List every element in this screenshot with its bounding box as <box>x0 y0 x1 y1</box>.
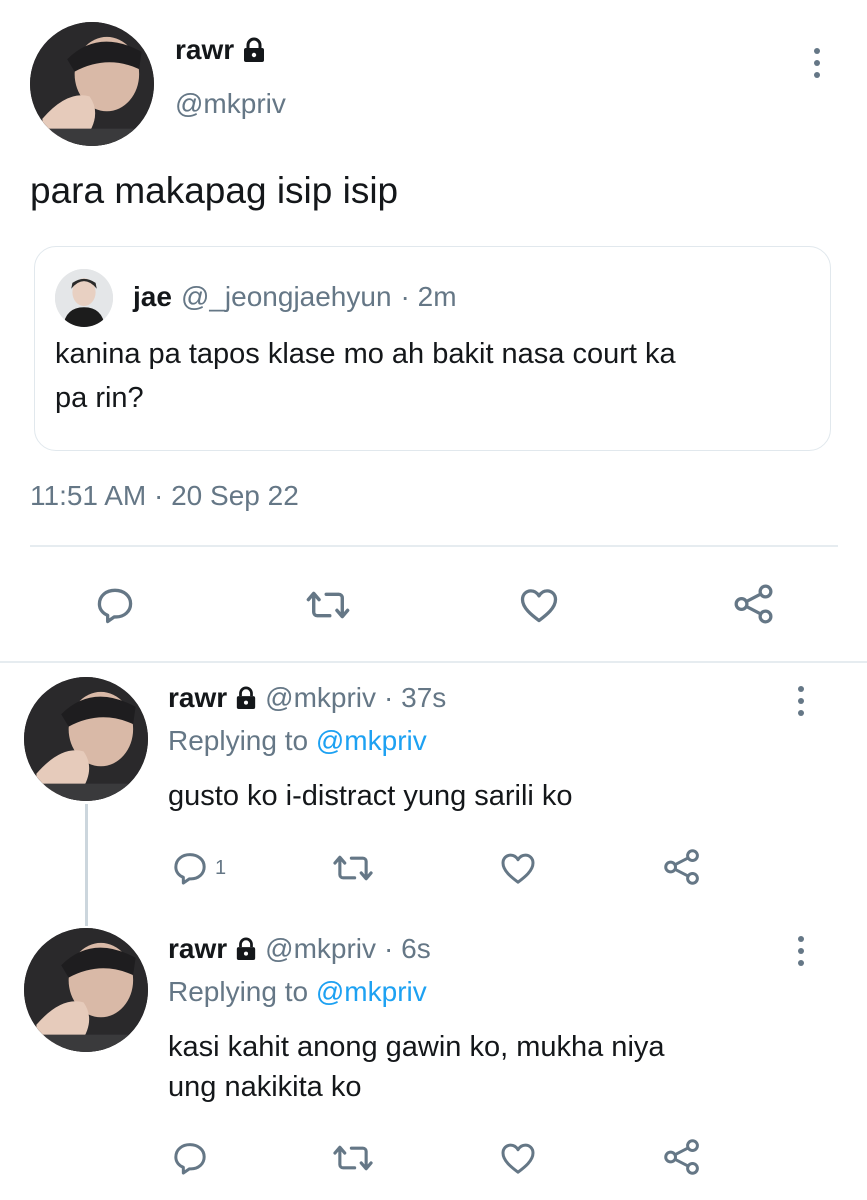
reply1-like-button[interactable] <box>497 848 539 888</box>
share-icon <box>734 584 773 624</box>
reply2-display-name[interactable]: rawr <box>168 933 227 965</box>
reply2-avatar[interactable] <box>24 928 148 1052</box>
main-like-button[interactable] <box>516 583 562 627</box>
main-display-name[interactable]: rawr <box>175 34 234 66</box>
retweet-icon <box>306 591 350 619</box>
reply1-share-button[interactable] <box>661 846 703 888</box>
replying-to-handle[interactable]: @mkpriv <box>316 725 427 756</box>
main-tweet-text: para makapag isip isip <box>30 170 399 211</box>
reply1-display-name[interactable]: rawr <box>168 682 227 714</box>
reply-icon <box>174 1143 206 1175</box>
quoted-time: · 2m <box>400 281 457 312</box>
reply1-avatar[interactable] <box>24 677 148 801</box>
avatar-image <box>24 928 148 1052</box>
reply-icon <box>174 853 206 885</box>
avatar-image <box>24 677 148 801</box>
reply2-replying-to: Replying to @mkpriv <box>168 976 427 1008</box>
avatar-image <box>30 22 154 146</box>
lock-icon <box>242 37 266 63</box>
reply1-text: gusto ko i-distract yung sarili ko <box>168 780 573 812</box>
like-icon <box>501 853 535 884</box>
retweet-icon <box>333 855 373 881</box>
like-icon <box>520 589 558 623</box>
main-handle[interactable]: @mkpriv <box>175 88 286 120</box>
more-icon[interactable] <box>796 936 806 966</box>
reply1-author-line: rawr @mkpriv · 37s <box>168 682 446 714</box>
section-divider <box>0 661 867 663</box>
reply1-reply-button[interactable]: 1 <box>170 848 226 888</box>
reply2-like-button[interactable] <box>497 1138 539 1178</box>
quoted-tweet[interactable]: jae @_jeongjaehyun · 2m kanina pa tapos … <box>34 246 831 451</box>
reply2-retweet-button[interactable] <box>330 1138 376 1178</box>
reply-icon <box>97 588 133 624</box>
reply2-share-button[interactable] <box>661 1136 703 1178</box>
main-timestamp[interactable]: 11:51 AM · 20 Sep 22 <box>30 480 299 512</box>
reply2-text-line1: kasi kahit anong gawin ko, mukha niya <box>168 1031 665 1063</box>
share-icon <box>664 849 699 885</box>
reply1-time[interactable]: · 37s <box>384 682 446 714</box>
quoted-handle: @_jeongjaehyun <box>180 281 392 312</box>
replying-to-label: Replying to <box>168 976 309 1007</box>
lock-icon <box>235 937 257 961</box>
reply1-handle[interactable]: @mkpriv <box>265 682 376 714</box>
main-reply-button[interactable] <box>93 583 137 627</box>
reply2-time[interactable]: · 6s <box>384 933 431 965</box>
reply-count: 1 <box>215 856 227 879</box>
replying-to-handle[interactable]: @mkpriv <box>316 976 427 1007</box>
reply2-text-line2: ung nakikita ko <box>168 1071 362 1103</box>
reply2-author-line: rawr @mkpriv · 6s <box>168 933 431 965</box>
main-share-button[interactable] <box>730 581 778 627</box>
main-retweet-button[interactable] <box>303 583 353 627</box>
main-author-line: rawr <box>175 34 266 66</box>
more-icon[interactable] <box>796 686 806 716</box>
share-icon <box>664 1139 699 1175</box>
reply2-handle[interactable]: @mkpriv <box>265 933 376 965</box>
lock-icon <box>235 686 257 710</box>
like-icon <box>501 1143 535 1174</box>
more-icon[interactable] <box>812 48 822 78</box>
quoted-text-line2: pa rin? <box>55 382 144 414</box>
reply1-retweet-button[interactable] <box>330 848 376 888</box>
quoted-avatar <box>55 269 113 327</box>
retweet-icon <box>333 1145 373 1171</box>
quoted-author-line: jae @_jeongjaehyun · 2m <box>133 281 457 313</box>
reply1-replying-to: Replying to @mkpriv <box>168 725 427 757</box>
main-tweet-avatar[interactable] <box>30 22 154 146</box>
quoted-text-line1: kanina pa tapos klase mo ah bakit nasa c… <box>55 338 676 370</box>
thread-line <box>85 804 88 926</box>
replying-to-label: Replying to <box>168 725 309 756</box>
quoted-display-name: jae <box>133 281 172 312</box>
reply2-reply-button[interactable] <box>170 1138 210 1178</box>
timestamp-divider <box>30 545 838 547</box>
